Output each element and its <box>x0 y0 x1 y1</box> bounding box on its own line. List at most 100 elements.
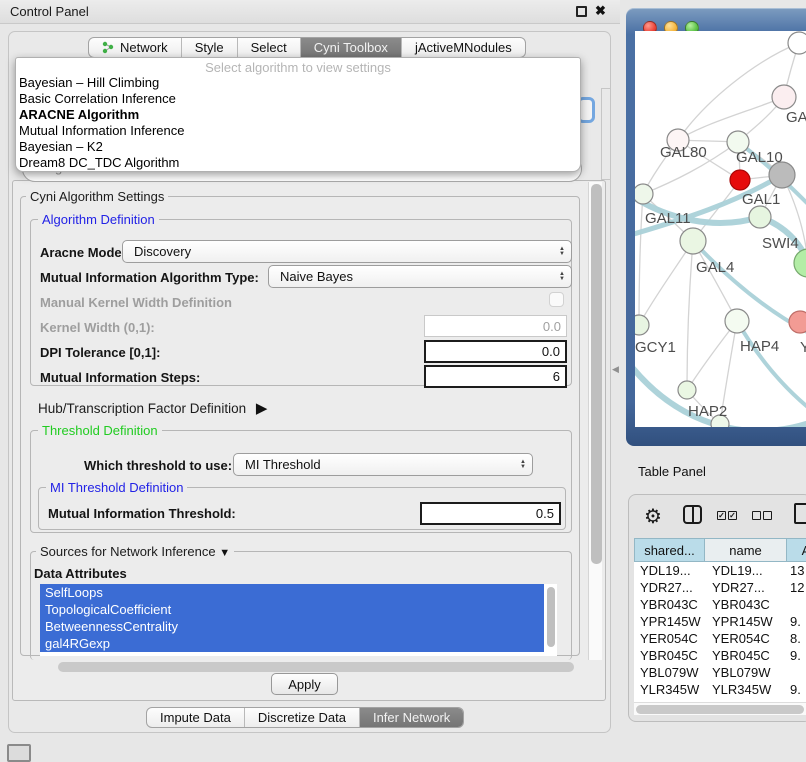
table-row[interactable]: YPR145WYPR145W9. <box>634 613 806 630</box>
tab-infer-network[interactable]: Infer Network <box>360 708 463 727</box>
float-panel-icon[interactable] <box>576 6 587 17</box>
settings-vscrollbar-track[interactable] <box>588 182 602 660</box>
gear-icon[interactable]: ⚙ <box>644 504 662 529</box>
mi-type-label: Mutual Information Algorithm Type: <box>40 270 259 285</box>
group-title: Threshold Definition <box>38 424 162 437</box>
expand-arrow-icon: ▶ <box>256 399 268 417</box>
select-all-checkbox-icon[interactable]: ✓ <box>717 511 726 520</box>
network-canvas[interactable]: GAL GAL80 GAL10 GAL1 GAL11 SWI4 GAL4 GCY… <box>635 31 806 427</box>
algorithm-dropdown-popup: Select algorithm to view settings Bayesi… <box>15 57 581 172</box>
table-row[interactable]: YDR27...YDR27...12 <box>634 579 806 596</box>
mi-steps-label: Mutual Information Steps: <box>40 370 200 385</box>
table-header-row: shared... name A <box>634 538 806 562</box>
tab-impute-data[interactable]: Impute Data <box>147 708 245 727</box>
table-panel-title: Table Panel <box>638 464 706 479</box>
node-label: SWI4 <box>762 235 799 252</box>
list-item[interactable]: TopologicalCoefficient <box>40 601 544 618</box>
tab-network[interactable]: Network <box>89 38 182 57</box>
manual-kernel-checkbox <box>549 292 564 307</box>
screen: Control Panel ✖ Network Style Select Cyn… <box>0 0 806 762</box>
partial-window-icon[interactable] <box>7 744 31 762</box>
aracne-mode-combobox[interactable]: Discovery ▲▼ <box>122 240 572 263</box>
which-threshold-label: Which threshold to use: <box>84 458 232 473</box>
table-hscrollbar-track[interactable] <box>634 702 806 715</box>
table-row[interactable]: YBR045CYBR045C9. <box>634 647 806 664</box>
columns-icon[interactable] <box>683 505 702 524</box>
dropdown-item[interactable]: Mutual Information Inference <box>16 123 580 139</box>
dropdown-item[interactable]: Bayesian – K2 <box>16 139 580 155</box>
network-labels: GAL GAL80 GAL10 GAL1 GAL11 SWI4 GAL4 GCY… <box>635 109 806 420</box>
kernel-width-label: Kernel Width (0,1): <box>40 320 155 335</box>
mi-threshold-label: Mutual Information Threshold: <box>48 506 236 521</box>
select-all-checkbox-icon[interactable]: ✓ <box>728 511 737 520</box>
collapse-arrow-icon: ▼ <box>219 547 230 560</box>
dropdown-item-selected[interactable]: ARACNE Algorithm <box>16 107 580 123</box>
data-attributes-label: Data Attributes <box>34 566 127 581</box>
node-label: GAL10 <box>736 149 783 166</box>
data-attributes-list: SelfLoops TopologicalCoefficient Between… <box>40 584 557 656</box>
node-label: Y <box>800 339 806 356</box>
table-hscrollbar-thumb[interactable] <box>636 705 804 714</box>
control-panel-tabbar: Network Style Select Cyni Toolbox jActiv… <box>88 37 526 58</box>
dropdown-item[interactable]: Dream8 DC_TDC Algorithm <box>16 155 580 171</box>
dropdown-item[interactable]: Bayesian – Hill Climbing <box>16 75 580 91</box>
settings-hscrollbar-thumb[interactable] <box>58 662 574 672</box>
spinner-arrows-icon: ▲▼ <box>559 247 565 257</box>
list-scrollbar-thumb[interactable] <box>547 587 555 647</box>
panel-splitter-handle[interactable]: ◀ <box>612 364 619 375</box>
aracne-mode-label: Aracne Mode: <box>40 245 126 260</box>
list-item[interactable]: BetweennessCentrality <box>40 618 544 635</box>
deselect-all-checkbox-icon[interactable] <box>752 511 761 520</box>
mi-steps-field[interactable] <box>424 365 567 388</box>
control-panel-titlebar: Control Panel ✖ <box>0 0 620 24</box>
settings-vscrollbar-thumb[interactable] <box>591 184 602 564</box>
network-icon <box>102 41 115 54</box>
hub-definition-toggle[interactable]: Hub/Transcription Factor Definition ▶ <box>38 399 267 417</box>
list-item[interactable]: gal4RGexp <box>40 635 544 652</box>
mi-threshold-field[interactable] <box>420 502 561 525</box>
manual-kernel-label: Manual Kernel Width Definition <box>40 295 232 310</box>
group-title: Algorithm Definition <box>38 213 159 226</box>
column-header[interactable]: A <box>786 538 806 562</box>
groupbox-edge-fragment <box>601 88 611 180</box>
table-row[interactable]: YLR345WYLR345W9. <box>634 681 806 698</box>
panel-title: Control Panel <box>10 4 89 19</box>
network-graph: GAL GAL80 GAL10 GAL1 GAL11 SWI4 GAL4 GCY… <box>635 31 806 427</box>
tab-network-label: Network <box>120 40 168 55</box>
deselect-all-checkbox-icon[interactable] <box>763 511 772 520</box>
dropdown-placeholder: Select algorithm to view settings <box>16 58 580 75</box>
column-header[interactable]: name <box>704 538 786 562</box>
network-view-window: GAL GAL80 GAL10 GAL1 GAL11 SWI4 GAL4 GCY… <box>626 8 806 446</box>
node-label: GAL11 <box>645 210 691 227</box>
spinner-arrows-icon: ▲▼ <box>520 460 526 470</box>
tab-select[interactable]: Select <box>238 38 301 57</box>
close-icon[interactable]: ✖ <box>595 3 606 19</box>
node-label: HAP4 <box>740 338 779 355</box>
dpi-tolerance-field[interactable] <box>424 340 567 363</box>
node-label: GAL <box>786 109 806 126</box>
node-label: GAL80 <box>660 144 707 161</box>
file-icon[interactable] <box>794 503 806 524</box>
group-title: Cyni Algorithm Settings <box>26 190 168 203</box>
node-label: GCY1 <box>635 339 676 356</box>
mi-type-combobox[interactable]: Naive Bayes ▲▼ <box>268 265 572 288</box>
node-label: HAP2 <box>688 403 727 420</box>
tab-discretize-data[interactable]: Discretize Data <box>245 708 360 727</box>
list-item[interactable]: SelfLoops <box>40 584 544 601</box>
apply-button[interactable]: Apply <box>271 673 338 695</box>
spinner-arrows-icon: ▲▼ <box>559 272 565 282</box>
table-row[interactable]: YER054CYER054C8. <box>634 630 806 647</box>
table-row[interactable]: YBL079WYBL079W <box>634 664 806 681</box>
dropdown-item[interactable]: Basic Correlation Inference <box>16 91 580 107</box>
which-threshold-combobox[interactable]: MI Threshold ▲▼ <box>233 453 533 476</box>
settings-hscrollbar-track[interactable] <box>14 660 588 674</box>
kernel-width-field <box>424 315 567 337</box>
tab-jactivemnodules[interactable]: jActiveMNodules <box>402 38 525 57</box>
dpi-tolerance-label: DPI Tolerance [0,1]: <box>40 345 160 360</box>
tab-style[interactable]: Style <box>182 38 238 57</box>
column-header[interactable]: shared... <box>634 538 704 562</box>
table-row[interactable]: YDL19...YDL19...13 <box>634 562 806 579</box>
tab-cyni-toolbox[interactable]: Cyni Toolbox <box>301 38 402 57</box>
table-row[interactable]: YBR043CYBR043C <box>634 596 806 613</box>
sources-group-title[interactable]: Sources for Network Inference ▼ <box>36 545 234 560</box>
